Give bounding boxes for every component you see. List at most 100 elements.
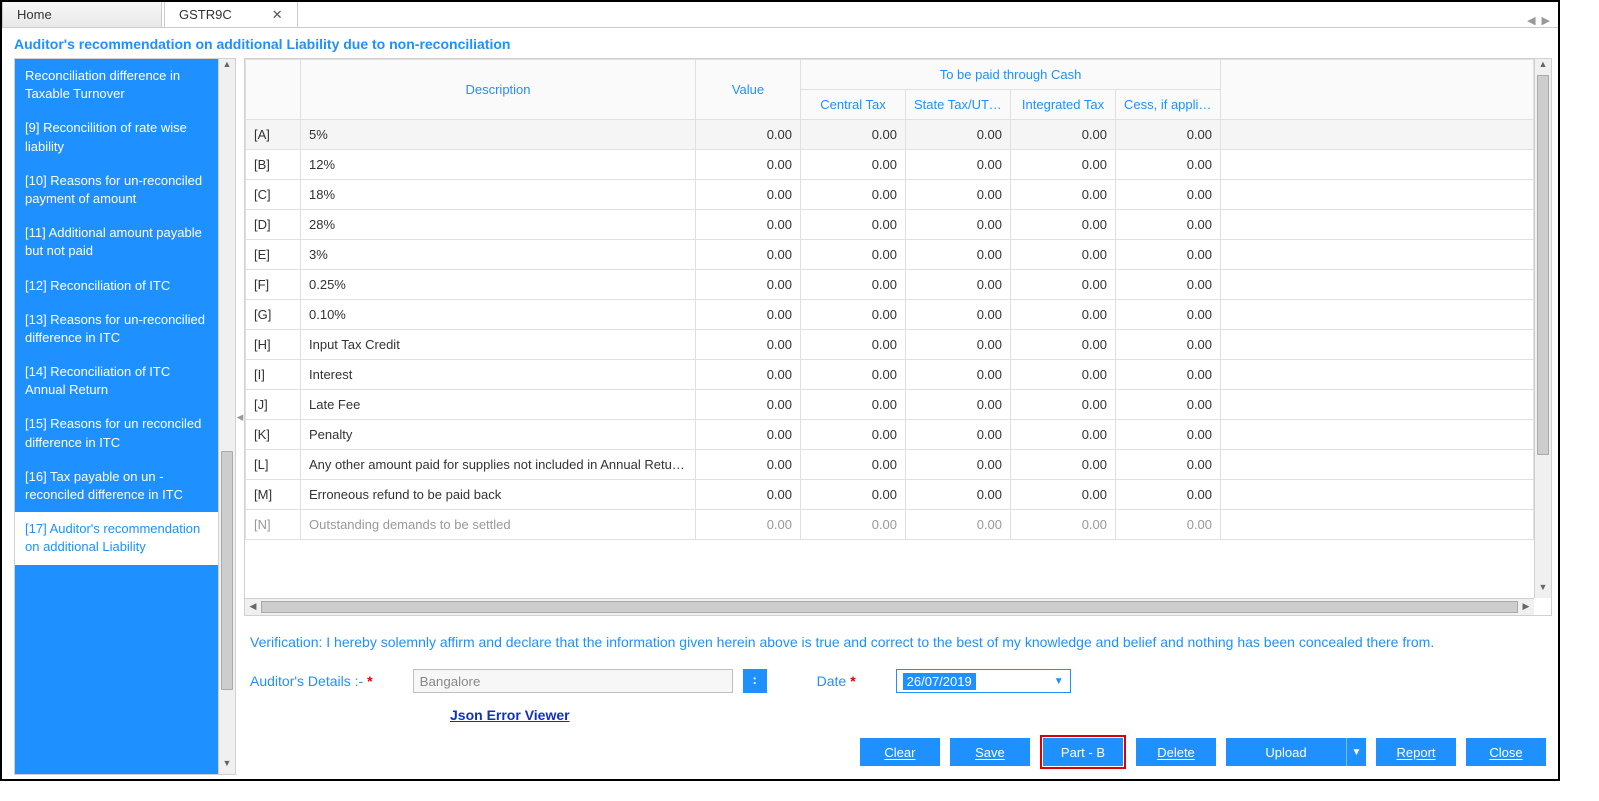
col-cess[interactable]: Cess, if applicable <box>1116 90 1221 120</box>
auditor-details-input[interactable] <box>413 669 733 693</box>
cell-ctax[interactable]: 0.00 <box>801 420 906 450</box>
cell-value[interactable]: 0.00 <box>696 330 801 360</box>
col-central-tax[interactable]: Central Tax <box>801 90 906 120</box>
date-input[interactable]: 26/07/2019 ▼ <box>896 669 1071 693</box>
cell-cess[interactable]: 0.00 <box>1116 450 1221 480</box>
report-button[interactable]: Report <box>1376 738 1456 766</box>
grid-scrollbar-vertical[interactable]: ▲ ▼ <box>1534 59 1551 598</box>
part-b-button[interactable]: Part - B <box>1043 738 1123 766</box>
cell-ctax[interactable]: 0.00 <box>801 180 906 210</box>
table-row[interactable]: [K]Penalty0.000.000.000.000.00 <box>246 420 1534 450</box>
cell-itax[interactable]: 0.00 <box>1011 510 1116 540</box>
cell-stax[interactable]: 0.00 <box>906 390 1011 420</box>
upload-button[interactable]: Upload <box>1226 738 1346 766</box>
table-row[interactable]: [E]3%0.000.000.000.000.00 <box>246 240 1534 270</box>
cell-itax[interactable]: 0.00 <box>1011 180 1116 210</box>
cell-cess[interactable]: 0.00 <box>1116 330 1221 360</box>
close-button[interactable]: Close <box>1466 738 1546 766</box>
sidebar-item[interactable]: [10] Reasons for un-reconciled payment o… <box>15 164 218 216</box>
scroll-left-icon[interactable]: ◀ <box>245 599 261 615</box>
cell-cess[interactable]: 0.00 <box>1116 510 1221 540</box>
cell-itax[interactable]: 0.00 <box>1011 330 1116 360</box>
cell-stax[interactable]: 0.00 <box>906 240 1011 270</box>
auditor-lookup-button[interactable]: : <box>743 669 767 693</box>
cell-value[interactable]: 0.00 <box>696 300 801 330</box>
cell-ctax[interactable]: 0.00 <box>801 360 906 390</box>
cell-cess[interactable]: 0.00 <box>1116 300 1221 330</box>
cell-ctax[interactable]: 0.00 <box>801 330 906 360</box>
splitter-handle[interactable]: ◂ <box>236 58 244 775</box>
sidebar-item[interactable]: [9] Reconcilition of rate wise liability <box>15 111 218 163</box>
cell-cess[interactable]: 0.00 <box>1116 390 1221 420</box>
scroll-up-icon[interactable]: ▲ <box>1535 59 1551 75</box>
sidebar-item[interactable]: [12] Reconciliation of ITC <box>15 269 218 303</box>
col-description[interactable]: Description <box>301 60 696 120</box>
table-row[interactable]: [I]Interest0.000.000.000.000.00 <box>246 360 1534 390</box>
tab-home[interactable]: Home <box>2 1 162 27</box>
dropdown-icon[interactable]: ▼ <box>1054 676 1064 687</box>
table-row[interactable]: [C]18%0.000.000.000.000.00 <box>246 180 1534 210</box>
scroll-thumb[interactable] <box>1537 75 1549 455</box>
sidebar-item[interactable]: [11] Additional amount payable but not p… <box>15 216 218 268</box>
table-row[interactable]: [L]Any other amount paid for supplies no… <box>246 450 1534 480</box>
delete-button[interactable]: Delete <box>1136 738 1216 766</box>
cell-cess[interactable]: 0.00 <box>1116 480 1221 510</box>
table-row[interactable]: [M]Erroneous refund to be paid back0.000… <box>246 480 1534 510</box>
save-button[interactable]: Save <box>950 738 1030 766</box>
cell-cess[interactable]: 0.00 <box>1116 240 1221 270</box>
cell-stax[interactable]: 0.00 <box>906 480 1011 510</box>
cell-cess[interactable]: 0.00 <box>1116 360 1221 390</box>
cell-stax[interactable]: 0.00 <box>906 420 1011 450</box>
cell-value[interactable]: 0.00 <box>696 420 801 450</box>
upload-dropdown-button[interactable]: ▼ <box>1346 738 1366 766</box>
cell-stax[interactable]: 0.00 <box>906 210 1011 240</box>
cell-value[interactable]: 0.00 <box>696 150 801 180</box>
cell-ctax[interactable]: 0.00 <box>801 480 906 510</box>
tab-gstr9c[interactable]: GSTR9C ✕ <box>164 1 298 27</box>
clear-button[interactable]: Clear <box>860 738 940 766</box>
scroll-thumb[interactable] <box>261 601 1518 613</box>
cell-value[interactable]: 0.00 <box>696 450 801 480</box>
cell-ctax[interactable]: 0.00 <box>801 240 906 270</box>
cell-cess[interactable]: 0.00 <box>1116 270 1221 300</box>
cell-ctax[interactable]: 0.00 <box>801 390 906 420</box>
table-row[interactable]: [H]Input Tax Credit0.000.000.000.000.00 <box>246 330 1534 360</box>
cell-stax[interactable]: 0.00 <box>906 330 1011 360</box>
cell-itax[interactable]: 0.00 <box>1011 450 1116 480</box>
cell-cess[interactable]: 0.00 <box>1116 180 1221 210</box>
col-value[interactable]: Value <box>696 60 801 120</box>
table-row[interactable]: [D]28%0.000.000.000.000.00 <box>246 210 1534 240</box>
cell-ctax[interactable]: 0.00 <box>801 270 906 300</box>
col-state-tax[interactable]: State Tax/UT Tax <box>906 90 1011 120</box>
cell-itax[interactable]: 0.00 <box>1011 360 1116 390</box>
cell-value[interactable]: 0.00 <box>696 360 801 390</box>
cell-itax[interactable]: 0.00 <box>1011 300 1116 330</box>
table-row[interactable]: [G]0.10%0.000.000.000.000.00 <box>246 300 1534 330</box>
cell-itax[interactable]: 0.00 <box>1011 150 1116 180</box>
sidebar-item[interactable]: [16] Tax payable on un - reconciled diff… <box>15 460 218 512</box>
cell-itax[interactable]: 0.00 <box>1011 420 1116 450</box>
cell-stax[interactable]: 0.00 <box>906 300 1011 330</box>
scroll-up-icon[interactable]: ▲ <box>219 59 235 75</box>
cell-itax[interactable]: 0.00 <box>1011 270 1116 300</box>
table-row[interactable]: [A]5%0.000.000.000.000.00 <box>246 120 1534 150</box>
cell-stax[interactable]: 0.00 <box>906 450 1011 480</box>
tab-nav-right-icon[interactable]: ▶ <box>1542 14 1550 27</box>
cell-stax[interactable]: 0.00 <box>906 510 1011 540</box>
cell-stax[interactable]: 0.00 <box>906 150 1011 180</box>
cell-value[interactable]: 0.00 <box>696 180 801 210</box>
cell-value[interactable]: 0.00 <box>696 480 801 510</box>
cell-ctax[interactable]: 0.00 <box>801 510 906 540</box>
scroll-down-icon[interactable]: ▼ <box>1535 582 1551 598</box>
tab-nav-left-icon[interactable]: ◀ <box>1527 14 1535 27</box>
cell-value[interactable]: 0.00 <box>696 120 801 150</box>
cell-value[interactable]: 0.00 <box>696 270 801 300</box>
scroll-down-icon[interactable]: ▼ <box>219 758 235 774</box>
cell-itax[interactable]: 0.00 <box>1011 210 1116 240</box>
sidebar-scrollbar[interactable]: ▲ ▼ <box>219 58 236 775</box>
cell-value[interactable]: 0.00 <box>696 390 801 420</box>
cell-itax[interactable]: 0.00 <box>1011 390 1116 420</box>
grid-scrollbar-horizontal[interactable]: ◀ ▶ <box>245 598 1534 615</box>
json-error-viewer-link[interactable]: Json Error Viewer <box>450 707 570 723</box>
table-row[interactable]: [N]Outstanding demands to be settled0.00… <box>246 510 1534 540</box>
